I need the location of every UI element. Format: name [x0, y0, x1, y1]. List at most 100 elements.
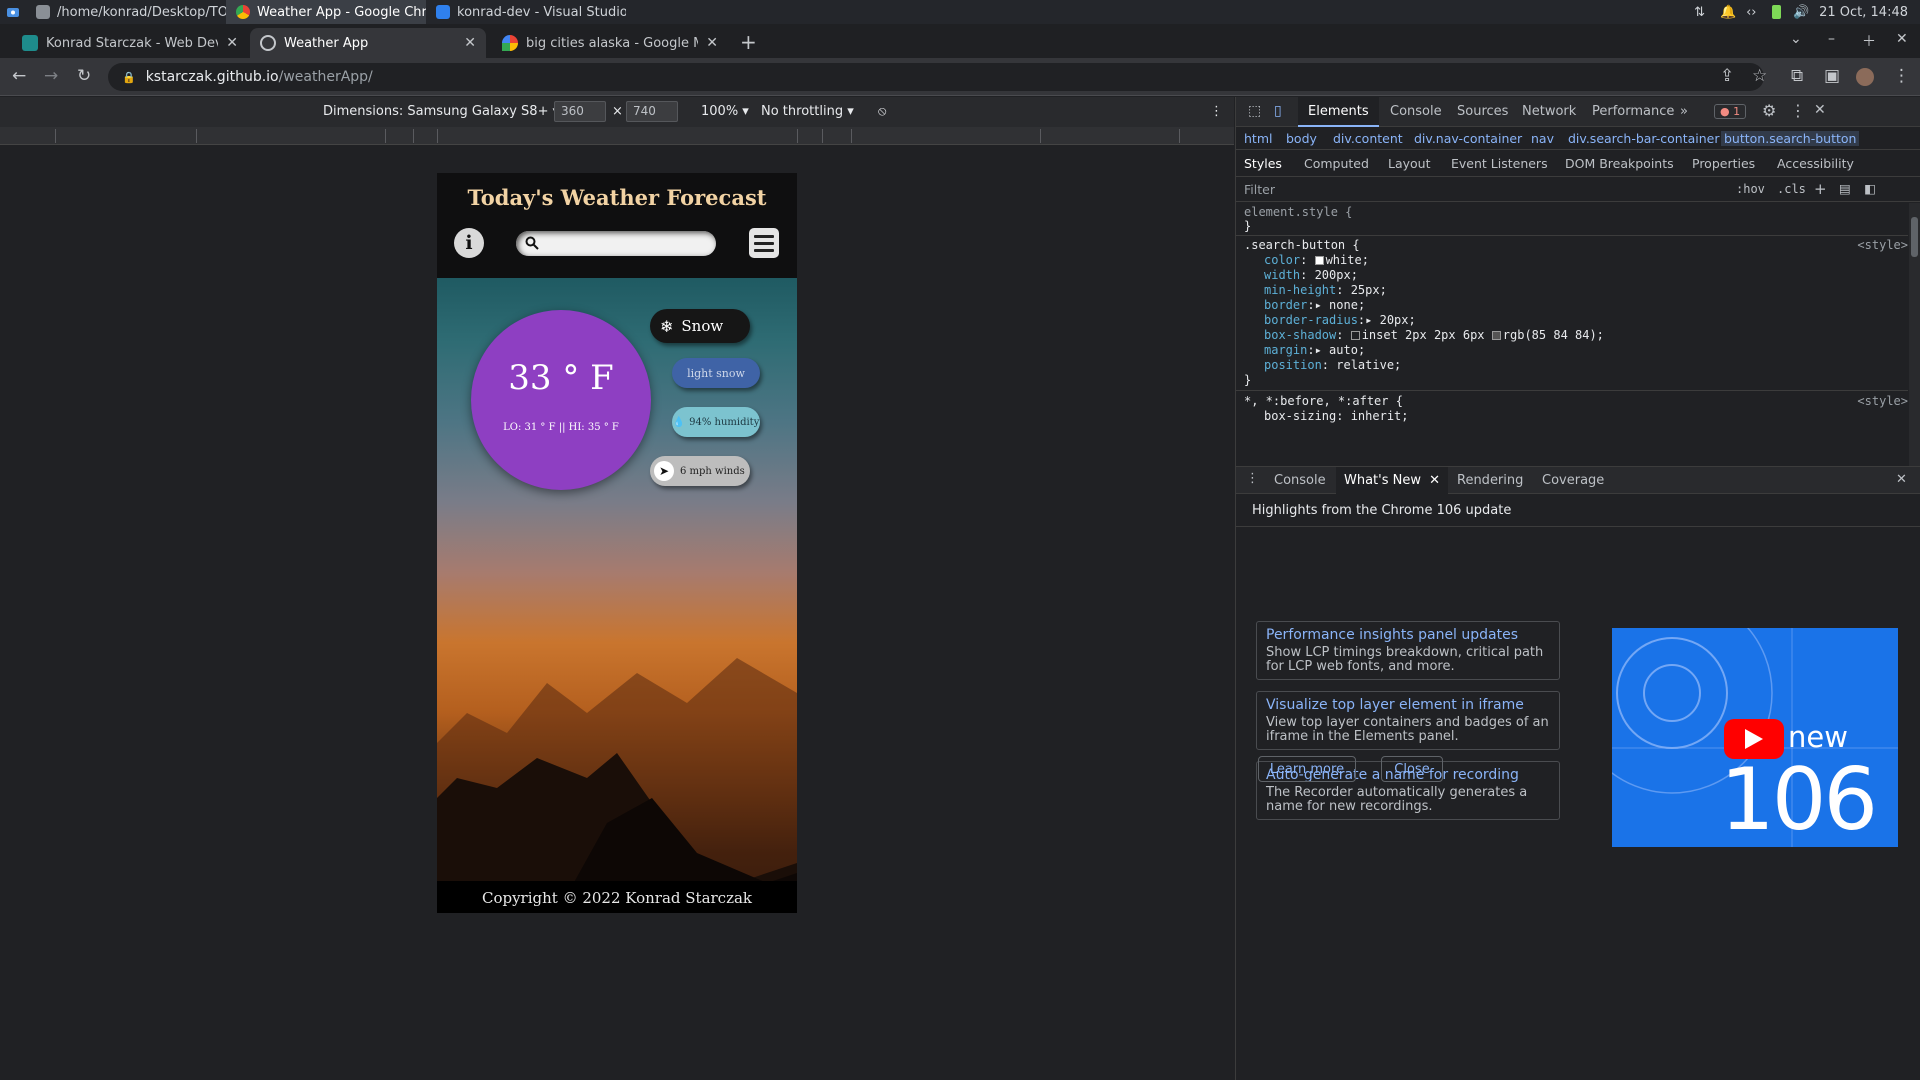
rule-selector[interactable]: .search-button { — [1244, 238, 1360, 252]
share-icon[interactable]: ⇪ — [1720, 66, 1734, 86]
profile-avatar[interactable] — [1856, 68, 1874, 86]
minimize-button[interactable]: – — [1828, 31, 1835, 47]
color-swatch[interactable] — [1491, 331, 1501, 340]
close-tab-icon[interactable]: ✕ — [706, 35, 718, 51]
info-button[interactable]: i — [454, 228, 484, 258]
subtab-properties[interactable]: Properties — [1692, 156, 1755, 171]
battery-icon[interactable] — [1772, 5, 1782, 19]
close-drawer-icon[interactable]: ✕ — [1896, 472, 1907, 487]
close-drawer-tab-icon[interactable]: ✕ — [1429, 473, 1440, 488]
feature-card[interactable]: Performance insights panel updates Show … — [1256, 621, 1560, 680]
breadcrumb-search-button[interactable]: button.search-button — [1721, 131, 1860, 146]
browser-tab-maps[interactable]: big cities alaska - Google Maps ✕ — [492, 28, 728, 58]
drawer-tab-coverage[interactable]: Coverage — [1534, 467, 1612, 494]
cls-toggle[interactable]: .cls — [1777, 182, 1806, 196]
start-menu-icon[interactable] — [0, 0, 26, 24]
css-prop-color[interactable]: color: white; — [1264, 253, 1369, 267]
subtab-event-listeners[interactable]: Event Listeners — [1451, 156, 1548, 171]
rule2-source-link[interactable]: <style> — [1857, 394, 1908, 408]
close-tab-icon[interactable]: ✕ — [464, 35, 476, 51]
search-input[interactable] — [516, 231, 716, 256]
error-count-badge[interactable]: ● 1 — [1714, 104, 1747, 119]
breadcrumb-html[interactable]: html — [1244, 131, 1272, 146]
rotate-icon[interactable]: ⦸ — [878, 104, 886, 119]
tab-elements[interactable]: Elements — [1298, 97, 1379, 127]
drawer-tab-whats-new[interactable]: What's New ✕ — [1336, 467, 1449, 494]
extensions-icon[interactable]: ⧉ — [1791, 66, 1803, 86]
color-swatch[interactable] — [1314, 256, 1324, 265]
shadow-editor-icon[interactable] — [1350, 331, 1360, 340]
styles-filter-input[interactable]: Filter — [1244, 182, 1724, 197]
taskbar-window-vscode[interactable]: konrad-dev - Visual Studio C... — [426, 0, 626, 24]
reload-icon[interactable]: ↻ — [77, 66, 91, 86]
css-prop-position[interactable]: position: relative; — [1264, 358, 1401, 372]
learn-more-button[interactable]: Learn more — [1258, 756, 1356, 782]
hamburger-menu-button[interactable] — [749, 228, 779, 258]
element-style-selector[interactable]: element.style { — [1244, 205, 1352, 219]
css-prop-border-radius[interactable]: border-radius:▸ 20px; — [1264, 313, 1416, 327]
new-style-rule-icon[interactable]: + — [1814, 180, 1827, 198]
drawer-tab-console[interactable]: Console — [1266, 467, 1334, 494]
tab-network[interactable]: Network — [1512, 97, 1586, 127]
css-prop-margin[interactable]: margin:▸ auto; — [1264, 343, 1365, 357]
more-tabs-button[interactable]: » — [1670, 97, 1698, 127]
device-select[interactable]: Dimensions: Samsung Galaxy S8+ ▾ — [323, 104, 559, 119]
styles-scrollbar[interactable] — [1909, 203, 1920, 466]
taskbar-window-files[interactable]: /home/konrad/Desktop/TOP... — [26, 0, 226, 24]
media-query-ruler[interactable] — [0, 127, 1234, 145]
lock-icon[interactable]: 🔒 — [122, 71, 136, 84]
close-devtools-icon[interactable]: ✕ — [1814, 102, 1826, 118]
css-prop-box-shadow[interactable]: box-shadow: inset 2px 2px 6px rgb(85 84 … — [1264, 328, 1604, 342]
feature-card-title[interactable]: Visualize top layer element in iframe — [1266, 697, 1550, 713]
chrome-menu-icon[interactable]: ⋮ — [1893, 66, 1910, 86]
browser-tab-portfolio[interactable]: Konrad Starczak - Web Develop ✕ — [12, 28, 248, 58]
network-transfer-icon[interactable]: ⇅ — [1694, 5, 1708, 20]
rule-source-link[interactable]: <style> — [1857, 238, 1908, 252]
inspect-element-icon[interactable]: ⬚ — [1248, 103, 1261, 119]
zoom-select[interactable]: 100% ▾ — [701, 104, 749, 119]
subtab-layout[interactable]: Layout — [1388, 156, 1431, 171]
forward-icon[interactable]: → — [44, 66, 58, 86]
subtab-dom-breakpoints[interactable]: DOM Breakpoints — [1565, 156, 1674, 171]
maximize-button[interactable]: ＋ — [1862, 31, 1876, 51]
feature-card-title[interactable]: Performance insights panel updates — [1266, 627, 1550, 643]
css-prop-border[interactable]: border:▸ none; — [1264, 298, 1365, 312]
rule2-selector[interactable]: *, *:before, *:after { — [1244, 394, 1403, 408]
kde-connect-icon[interactable]: ‹› — [1746, 5, 1760, 20]
subtab-styles[interactable]: Styles — [1244, 156, 1282, 171]
close-tab-icon[interactable]: ✕ — [226, 35, 238, 51]
css-prop-width[interactable]: width: 200px; — [1264, 268, 1358, 282]
breadcrumb-nav[interactable]: nav — [1531, 131, 1554, 146]
hov-toggle[interactable]: :hov — [1736, 182, 1765, 196]
device-height-input[interactable]: 740 — [626, 101, 678, 122]
devtools-menu-icon[interactable]: ⋮ — [1790, 101, 1806, 120]
clock[interactable]: 21 Oct, 14:48 — [1819, 5, 1908, 20]
toggle-sidebar-icon[interactable]: ◧ — [1864, 181, 1876, 196]
feature-card[interactable]: Visualize top layer element in iframe Vi… — [1256, 691, 1560, 750]
css-prop-min-height[interactable]: min-height: 25px; — [1264, 283, 1387, 297]
paint-brush-icon[interactable]: ▤ — [1839, 181, 1851, 196]
breadcrumb-content[interactable]: div.content — [1333, 131, 1403, 146]
breadcrumb-body[interactable]: body — [1286, 131, 1317, 146]
new-tab-button[interactable]: + — [740, 30, 757, 54]
scrollbar-thumb[interactable] — [1911, 217, 1918, 257]
device-width-input[interactable]: 360 — [554, 101, 606, 122]
back-icon[interactable]: ← — [12, 66, 26, 86]
device-toolbar-menu-icon[interactable]: ⋮ — [1210, 104, 1223, 119]
close-window-button[interactable]: ✕ — [1896, 31, 1908, 47]
tab-console[interactable]: Console — [1380, 97, 1452, 127]
chrome-update-video-thumbnail[interactable]: new 106 — [1612, 628, 1898, 847]
search-icon[interactable] — [525, 236, 539, 250]
tab-sources[interactable]: Sources — [1447, 97, 1518, 127]
throttling-select[interactable]: No throttling ▾ — [761, 104, 854, 119]
drawer-menu-icon[interactable]: ⋮ — [1246, 471, 1259, 486]
notification-bell-icon[interactable]: 🔔 — [1720, 5, 1736, 20]
close-button[interactable]: Close — [1381, 756, 1443, 782]
device-toggle-icon[interactable]: ▯ — [1274, 103, 1282, 119]
drawer-tab-rendering[interactable]: Rendering — [1449, 467, 1531, 494]
css-prop-box-sizing[interactable]: box-sizing: inherit; — [1264, 409, 1409, 423]
settings-gear-icon[interactable]: ⚙ — [1762, 101, 1776, 120]
address-bar[interactable]: 🔒 kstarczak.github.io/weatherApp/ — [108, 63, 1764, 91]
breadcrumb-nav-container[interactable]: div.nav-container — [1414, 131, 1522, 146]
side-panel-icon[interactable]: ▣ — [1824, 66, 1840, 86]
